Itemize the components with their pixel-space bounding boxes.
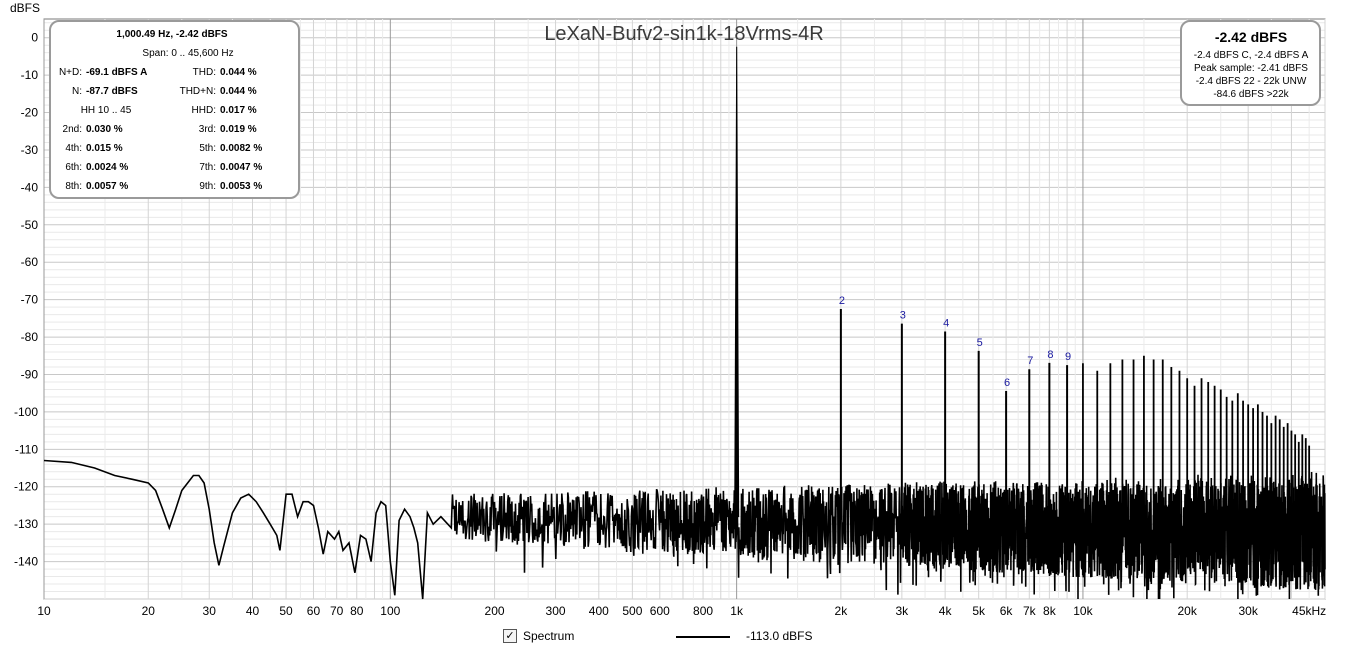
y-tick-label: -70 bbox=[21, 293, 39, 307]
x-tick-label: 4k bbox=[939, 604, 953, 618]
x-tick-label: 30k bbox=[1238, 604, 1258, 618]
y-tick-label: -60 bbox=[21, 255, 39, 269]
legend-series-label: Spectrum bbox=[523, 629, 575, 643]
y-tick-label: -50 bbox=[21, 218, 39, 232]
stats-value: 0.0024 % bbox=[86, 162, 128, 173]
x-tick-label: 40 bbox=[246, 604, 260, 618]
harmonic-label: 7 bbox=[1027, 355, 1033, 367]
stats-value: 0.0047 % bbox=[220, 162, 262, 173]
stats-label: HHD: bbox=[192, 105, 216, 116]
y-tick-label: -80 bbox=[21, 330, 39, 344]
y-tick-label: -110 bbox=[15, 442, 38, 456]
x-tick-label: 200 bbox=[485, 604, 505, 618]
x-tick-label: 20k bbox=[1178, 604, 1198, 618]
x-tick-label: 6k bbox=[1000, 604, 1014, 618]
x-tick-label: 50 bbox=[279, 604, 293, 618]
stats-label: N: bbox=[72, 86, 82, 97]
stats-label: 6th: bbox=[65, 162, 82, 173]
y-tick-label: -30 bbox=[21, 143, 39, 157]
stats-label: 2nd: bbox=[63, 124, 82, 135]
y-tick-label: 0 bbox=[31, 31, 38, 45]
x-tick-label: 100 bbox=[380, 604, 400, 618]
x-tick-label: 1k bbox=[730, 604, 744, 618]
stats-value: 0.0082 % bbox=[220, 143, 262, 154]
x-tick-label: 8k bbox=[1043, 604, 1057, 618]
stats-value: 0.0057 % bbox=[86, 181, 128, 192]
stats-value: -69.1 dBFS A bbox=[86, 67, 147, 78]
x-tick-label: 60 bbox=[307, 604, 321, 618]
x-axis: 10 20 30 40 50 60 70 80 100 200 300 400 500 600 800 1k 2… bbox=[37, 604, 1326, 618]
harmonic-label: 8 bbox=[1047, 349, 1053, 361]
distortion-stats-box[interactable]: 1,000.49 Hz, -2.42 dBFS Span: 0 .. 45,60… bbox=[49, 20, 300, 199]
y-tick-label: -120 bbox=[14, 480, 38, 494]
stats-label: 8th: bbox=[65, 181, 82, 192]
legend: ✓ Spectrum -113.0 dBFS bbox=[0, 628, 1346, 648]
stats-label: 4th: bbox=[65, 143, 82, 154]
stats-span: Span: 0 .. 45,600 Hz bbox=[142, 48, 233, 59]
y-tick-label: -100 bbox=[14, 405, 38, 419]
x-tick-label: 80 bbox=[350, 604, 364, 618]
y-axis-label: dBFS bbox=[10, 1, 40, 15]
stats-value: 0.044 % bbox=[220, 86, 257, 97]
x-tick-label: 500 bbox=[622, 604, 642, 618]
stats-value: -87.7 dBFS bbox=[86, 86, 138, 97]
y-tick-label: -140 bbox=[14, 555, 38, 569]
x-tick-label: 800 bbox=[693, 604, 713, 618]
stats-value: 0.019 % bbox=[220, 124, 257, 135]
stats-value: 0.044 % bbox=[220, 67, 257, 78]
harmonic-label: 3 bbox=[900, 310, 906, 322]
stats-header: 1,000.49 Hz, -2.42 dBFS bbox=[116, 29, 227, 40]
spectrum-checkbox[interactable]: ✓ bbox=[503, 629, 517, 643]
x-tick-label: 300 bbox=[546, 604, 566, 618]
stats-value: 0.015 % bbox=[86, 143, 123, 154]
stats-label: 9th: bbox=[199, 181, 216, 192]
stats-label: 3rd: bbox=[199, 124, 216, 135]
harmonic-label: 9 bbox=[1065, 351, 1071, 363]
y-tick-label: -10 bbox=[21, 68, 39, 82]
harmonic-label: 4 bbox=[943, 317, 949, 329]
level-line: -2.4 dBFS 22 - 22k UNW bbox=[1196, 76, 1307, 87]
x-tick-label: 7k bbox=[1023, 604, 1037, 618]
stats-label: HH 10 .. 45 bbox=[81, 105, 132, 116]
stats-label: THD+N: bbox=[180, 86, 216, 97]
x-tick-label: 600 bbox=[650, 604, 670, 618]
x-tick-label: 3k bbox=[896, 604, 910, 618]
y-tick-label: -20 bbox=[21, 106, 39, 120]
stats-label: 5th: bbox=[199, 143, 216, 154]
legend-cursor-value: -113.0 dBFS bbox=[746, 629, 813, 643]
y-tick-label: -130 bbox=[14, 517, 38, 531]
x-tick-label: 20 bbox=[142, 604, 156, 618]
stats-value: 0.0053 % bbox=[220, 181, 262, 192]
level-box[interactable]: -2.42 dBFS -2.4 dBFS C, -2.4 dBFS A Peak… bbox=[1180, 20, 1321, 106]
x-tick-label: 5k bbox=[972, 604, 986, 618]
stats-value: 0.017 % bbox=[220, 105, 257, 116]
x-tick-label: 10 bbox=[37, 604, 51, 618]
level-line: -2.4 dBFS C, -2.4 dBFS A bbox=[1194, 50, 1309, 61]
level-line: -84.6 dBFS >22k bbox=[1213, 89, 1289, 100]
chart-title: LeXaN-Bufv2-sin1k-18Vrms-4R bbox=[544, 23, 823, 45]
x-tick-label: 70 bbox=[330, 604, 344, 618]
y-tick-label: -90 bbox=[21, 367, 39, 381]
spectrum-chart: 0 -10 -20 -30 -40 -50 -60 -70 -80 -90 -100 -110 -120… bbox=[10, 1, 1326, 618]
stats-label: 7th: bbox=[199, 162, 216, 173]
harmonic-label: 2 bbox=[839, 295, 845, 307]
x-tick-label: 2k bbox=[835, 604, 849, 618]
y-axis: 0 -10 -20 -30 -40 -50 -60 -70 -80 -90 -100 -110 -120… bbox=[14, 31, 38, 569]
x-tick-label: 10k bbox=[1073, 604, 1093, 618]
legend-line-swatch bbox=[676, 636, 730, 638]
x-tick-label: 30 bbox=[203, 604, 217, 618]
level-main: -2.42 dBFS bbox=[1215, 29, 1287, 45]
x-tick-label: 45kHz bbox=[1292, 604, 1326, 618]
harmonic-label: 5 bbox=[977, 337, 983, 349]
stats-value: 0.030 % bbox=[86, 124, 123, 135]
x-tick-label: 400 bbox=[589, 604, 609, 618]
stats-label: THD: bbox=[193, 67, 216, 78]
level-line: Peak sample: -2.41 dBFS bbox=[1194, 63, 1308, 74]
harmonic-label: 6 bbox=[1004, 377, 1010, 389]
stats-label: N+D: bbox=[59, 67, 82, 78]
y-tick-label: -40 bbox=[21, 180, 39, 194]
